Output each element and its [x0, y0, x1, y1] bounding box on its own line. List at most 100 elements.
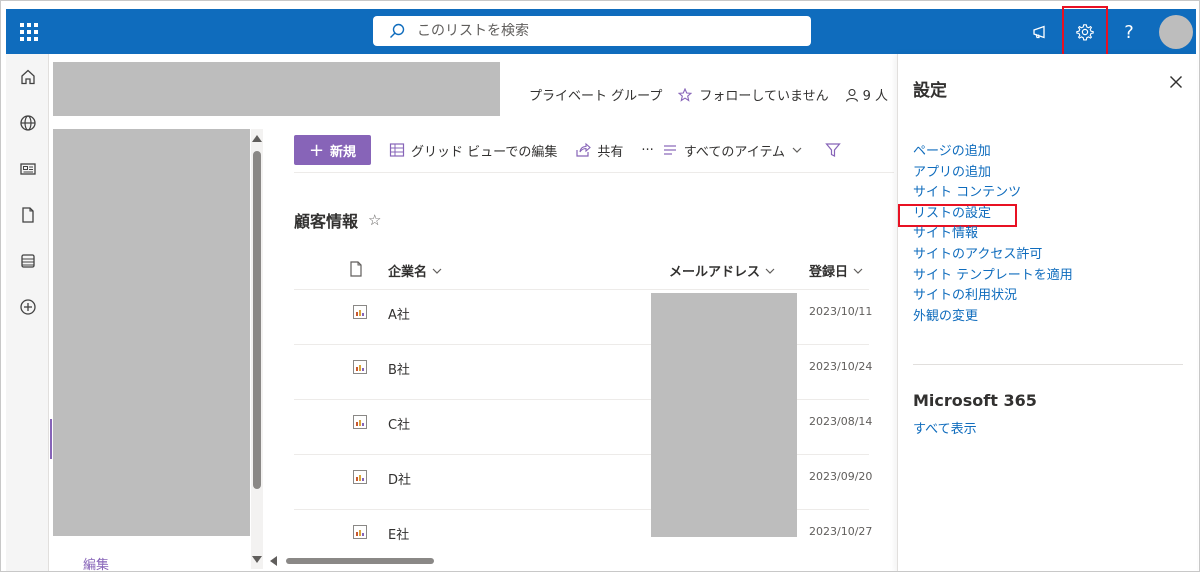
date-cell: 2023/10/27 — [809, 525, 873, 538]
search-icon — [390, 23, 405, 38]
view-all-link[interactable]: すべて表示 — [913, 418, 977, 437]
settings-divider — [913, 364, 1183, 365]
more-icon: ··· — [641, 142, 654, 158]
add-app-link[interactable]: アプリの追加 — [913, 163, 1073, 184]
nav-scroll-thumb[interactable] — [253, 151, 261, 489]
app-launcher-icon[interactable] — [20, 23, 38, 41]
view-selector[interactable]: すべてのアイテム — [662, 141, 803, 160]
file-icon[interactable] — [17, 204, 39, 226]
list-view-icon — [663, 145, 676, 155]
list-item-icon — [353, 470, 367, 484]
company-cell[interactable]: A社 — [388, 304, 410, 323]
horizontal-scroll-thumb[interactable] — [286, 558, 434, 564]
registered-column-header[interactable]: 登録日 — [809, 261, 864, 280]
avatar[interactable] — [1159, 15, 1193, 49]
email-column-redacted — [651, 293, 797, 537]
gear-icon[interactable] — [1068, 15, 1102, 49]
add-page-link[interactable]: ページの追加 — [913, 142, 1073, 163]
search-box[interactable] — [373, 16, 811, 46]
app-bar — [6, 54, 49, 571]
group-type-label: プライベート グループ — [529, 89, 663, 104]
command-bar: + 新規 グリッド ビューでの編集 共有 ··· すべてのアイテム — [294, 135, 847, 165]
date-cell: 2023/08/14 — [809, 415, 873, 428]
help-icon: ? — [1124, 21, 1134, 43]
more-button[interactable]: ··· — [641, 143, 653, 158]
chevron-down-icon — [853, 268, 863, 274]
globe-icon[interactable] — [17, 112, 39, 134]
grid-edit-label: グリッド ビューでの編集 — [411, 144, 558, 160]
help-button[interactable]: ? — [1112, 15, 1146, 49]
company-cell[interactable]: B社 — [388, 359, 410, 378]
suite-bar: ? — [6, 6, 1196, 56]
search-input[interactable] — [417, 23, 797, 39]
home-icon[interactable] — [17, 66, 39, 88]
date-cell: 2023/10/24 — [809, 360, 873, 373]
settings-panel-title: 設定 — [913, 81, 947, 101]
microsoft-365-heading: Microsoft 365 — [913, 391, 1037, 410]
list-settings-link[interactable]: リストの設定 — [898, 203, 1073, 227]
company-cell[interactable]: D社 — [388, 469, 411, 488]
grid-edit-button[interactable]: グリッド ビューでの編集 — [389, 141, 557, 160]
filter-button[interactable] — [825, 142, 847, 158]
settings-links: ページの追加 アプリの追加 サイト コンテンツ リストの設定 サイト情報 サイト… — [898, 142, 1073, 328]
settings-panel: 設定 ページの追加 アプリの追加 サイト コンテンツ リストの設定 サイト情報 … — [897, 54, 1197, 571]
filter-icon — [825, 143, 841, 157]
document-icon — [350, 261, 362, 277]
list-item-icon — [353, 360, 367, 374]
list-item-icon — [353, 305, 367, 319]
site-usage-link[interactable]: サイトの利用状況 — [913, 286, 1073, 307]
date-cell: 2023/09/20 — [809, 470, 873, 483]
follow-button[interactable]: フォローしていません — [678, 85, 829, 104]
chevron-down-icon — [432, 268, 442, 274]
site-title-redacted — [53, 62, 500, 116]
nav-edit-link[interactable]: 編集 — [83, 554, 109, 571]
megaphone-icon[interactable] — [1024, 15, 1058, 49]
share-button[interactable]: 共有 — [575, 141, 623, 160]
list-title-text: 顧客情報 — [294, 212, 359, 231]
nav-scrollbar[interactable] — [251, 129, 263, 569]
command-bar-divider — [294, 172, 894, 173]
view-label: すべてのアイテム — [683, 144, 786, 160]
star-icon — [678, 87, 693, 102]
news-icon[interactable] — [17, 158, 39, 180]
site-permissions-link[interactable]: サイトのアクセス許可 — [913, 245, 1073, 266]
scroll-left-arrow[interactable] — [270, 556, 277, 566]
sharepoint-window: ? プライベート グループ フォローしていません — [0, 0, 1200, 572]
scroll-up-arrow[interactable] — [252, 135, 262, 142]
file-type-column-header[interactable] — [349, 261, 363, 277]
company-cell[interactable]: C社 — [388, 414, 410, 433]
follow-label: フォローしていません — [699, 89, 829, 104]
email-header-label: メールアドレス — [669, 265, 761, 280]
list-settings-highlight-box — [898, 203, 1017, 227]
site-information-link[interactable]: サイト情報 — [913, 224, 1073, 245]
chevron-down-icon — [792, 147, 802, 153]
change-look-link[interactable]: 外観の変更 — [913, 307, 1073, 328]
site-nav-redacted — [53, 129, 250, 536]
list-item-icon — [353, 525, 367, 539]
members-label: 9 人 — [862, 89, 888, 104]
email-column-header[interactable]: メールアドレス — [669, 261, 776, 280]
favorite-star-icon[interactable]: ☆ — [368, 211, 381, 229]
company-header-label: 企業名 — [388, 265, 428, 280]
list-title: 顧客情報 ☆ — [294, 208, 381, 232]
chevron-down-icon — [765, 268, 775, 274]
scroll-down-arrow[interactable] — [252, 556, 262, 563]
site-nav-selected-indicator — [50, 419, 52, 459]
plus-icon: + — [308, 139, 325, 161]
site-contents-link[interactable]: サイト コンテンツ — [913, 183, 1073, 204]
person-icon — [845, 88, 858, 102]
list-horizontal-scrollbar[interactable] — [266, 555, 896, 567]
add-circle-icon[interactable] — [17, 296, 39, 318]
close-icon[interactable] — [1166, 72, 1186, 92]
share-label: 共有 — [597, 144, 624, 160]
new-item-button[interactable]: + 新規 — [294, 135, 371, 165]
site-header-meta: プライベート グループ フォローしていません 9 人 — [529, 85, 904, 104]
grid-icon — [389, 143, 405, 157]
members-button[interactable]: 9 人 — [845, 85, 888, 104]
company-cell[interactable]: E社 — [388, 524, 409, 543]
new-item-label: 新規 — [330, 144, 357, 160]
share-icon — [576, 142, 592, 157]
company-column-header[interactable]: 企業名 — [388, 261, 443, 280]
list-icon[interactable] — [17, 250, 39, 272]
apply-site-template-link[interactable]: サイト テンプレートを適用 — [913, 266, 1073, 287]
